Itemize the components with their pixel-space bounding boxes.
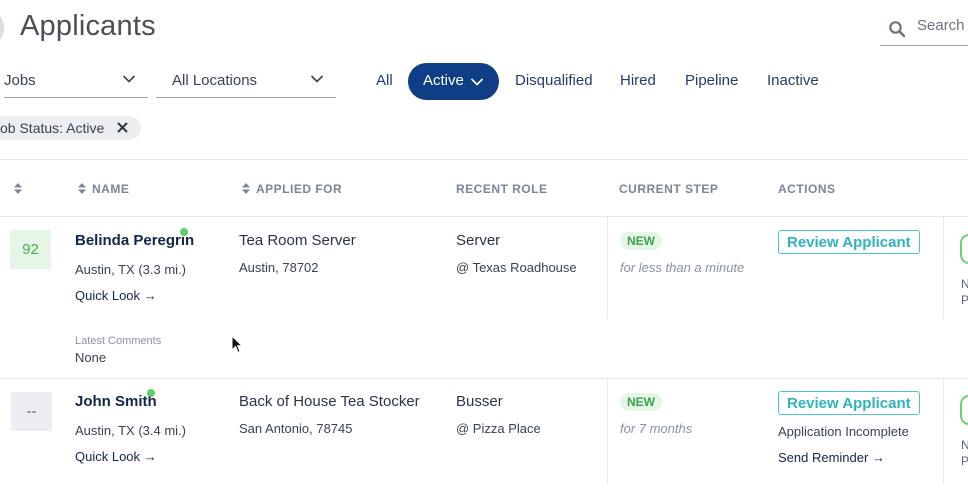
status-badge: NEW: [620, 393, 662, 411]
applicant-score: --: [11, 392, 52, 431]
recent-role-employer: @ Texas Roadhouse: [456, 260, 577, 275]
search-box[interactable]: [880, 13, 968, 46]
sort-icon: [242, 183, 250, 194]
column-header-applied-for[interactable]: APPLIED FOR: [242, 182, 342, 196]
column-divider: [607, 379, 608, 484]
column-header-actions: ACTIONS: [778, 182, 836, 196]
locations-select-value: All Locations: [172, 72, 258, 89]
column-divider: [607, 217, 608, 319]
tab-disqualified[interactable]: Disqualified: [515, 72, 593, 89]
review-applicant-button[interactable]: Review Applicant: [778, 391, 920, 415]
filter-chip-label: ob Status: Active: [0, 120, 105, 136]
tab-all[interactable]: All: [376, 72, 393, 89]
column-divider: [943, 217, 944, 319]
step-duration: for 7 months: [620, 421, 693, 436]
row-divider: [0, 378, 968, 379]
column-header-current-step: CURRENT STEP: [619, 182, 719, 196]
tab-active[interactable]: Active: [408, 63, 499, 100]
tab-active-label: Active: [423, 72, 464, 89]
table-header-divider: [0, 216, 968, 217]
column-divider: [943, 379, 944, 484]
chevron-down-icon: [122, 75, 136, 83]
search-icon: [889, 21, 906, 38]
edge-label: N: [961, 277, 968, 291]
chevron-down-icon: [470, 78, 484, 86]
filter-chip-job-status: ob Status: Active: [0, 116, 141, 140]
jobs-select-value: Jobs: [4, 72, 36, 89]
application-status-note: Application Incomplete: [778, 424, 909, 439]
search-input[interactable]: [917, 17, 968, 34]
online-status-dot: [180, 228, 188, 236]
quick-look-link[interactable]: Quick Look →: [75, 288, 157, 303]
logo-avatar: [0, 14, 4, 42]
applicant-name[interactable]: Belinda Peregrin: [75, 232, 194, 249]
applicant-location: Austin, TX (3.3 mi.): [75, 262, 187, 277]
column-header-name[interactable]: NAME: [78, 182, 129, 196]
recent-role-title: Server: [456, 232, 501, 249]
edge-value: P: [961, 454, 968, 468]
edge-value: P: [961, 293, 968, 307]
applied-job-title[interactable]: Tea Room Server: [239, 232, 356, 249]
latest-comments-label: Latest Comments: [75, 335, 162, 347]
sort-icon: [78, 183, 86, 194]
locations-select[interactable]: All Locations: [156, 64, 336, 98]
quick-look-link[interactable]: Quick Look →: [75, 449, 157, 464]
status-badge: NEW: [620, 232, 662, 250]
close-icon[interactable]: [116, 121, 129, 134]
tab-hired[interactable]: Hired: [620, 72, 656, 89]
page-title: Applicants: [20, 10, 156, 42]
chevron-down-icon: [310, 75, 324, 83]
applicant-score: 92: [10, 230, 51, 269]
tab-pipeline[interactable]: Pipeline: [685, 72, 738, 89]
applicant-location: Austin, TX (3.4 mi.): [75, 423, 187, 438]
table-top-divider: [0, 159, 968, 160]
latest-comments-value: None: [75, 350, 107, 365]
applied-job-title[interactable]: Back of House Tea Stocker: [239, 393, 420, 410]
review-applicant-button[interactable]: Review Applicant: [778, 230, 920, 254]
column-header-recent-role: RECENT ROLE: [456, 182, 548, 196]
column-header-name-label: NAME: [92, 182, 130, 196]
send-reminder-link[interactable]: Send Reminder →: [778, 450, 885, 465]
step-duration: for less than a minute: [620, 260, 745, 275]
applicant-name[interactable]: John Smith: [75, 393, 157, 410]
column-header-applied-for-label: APPLIED FOR: [256, 182, 343, 196]
sort-icon: [14, 183, 22, 194]
applied-job-location: Austin, 78702: [239, 260, 319, 275]
edge-label: N: [961, 438, 968, 452]
tab-inactive[interactable]: Inactive: [767, 72, 819, 89]
next-step-icon: [960, 395, 968, 425]
next-step-icon: [960, 234, 968, 264]
applied-job-location: San Antonio, 78745: [239, 421, 353, 436]
recent-role-title: Busser: [456, 393, 503, 410]
sort-score-column[interactable]: [14, 182, 28, 196]
jobs-select[interactable]: Jobs: [4, 64, 148, 98]
online-status-dot: [147, 389, 155, 397]
mouse-cursor-icon: [231, 335, 243, 354]
recent-role-employer: @ Pizza Place: [456, 421, 541, 436]
